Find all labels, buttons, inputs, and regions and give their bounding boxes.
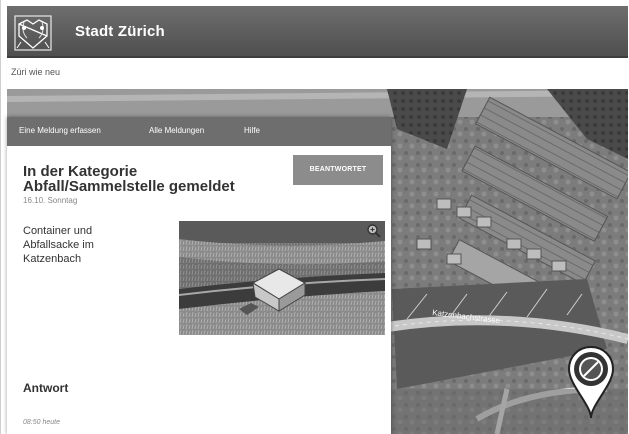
map-pin-icon[interactable]: [567, 345, 615, 420]
description-line: Container und: [23, 225, 93, 237]
report-date: 16.10. Sonntag: [23, 196, 78, 205]
description-line: Katzenbach: [23, 253, 82, 265]
panel-nav: Eine Meldung erfassen Alle Meldungen Hil…: [7, 117, 391, 146]
report-photo[interactable]: [179, 221, 385, 335]
tagline-bar: Züri wie neu: [7, 58, 628, 88]
nav-all-reports[interactable]: Alle Meldungen: [149, 126, 204, 135]
answer-time: 08:50 heute: [23, 419, 60, 426]
nav-create-report[interactable]: Eine Meldung erfassen: [19, 126, 101, 135]
report-heading: In der Kategorie Abfall/Sammelstelle gem…: [23, 164, 283, 194]
site-title[interactable]: Stadt Zürich: [75, 23, 165, 40]
site-header: Stadt Zürich: [7, 6, 628, 58]
photo-image: [179, 221, 385, 335]
site-tagline: Züri wie neu: [11, 67, 61, 77]
zoom-icon[interactable]: [366, 223, 382, 239]
zurich-coat-of-arms-icon[interactable]: [13, 14, 53, 52]
status-badge: BEANTWORTET: [293, 155, 383, 185]
report-heading-line2: Abfall/Sammelstelle gemeldet: [23, 178, 235, 195]
nav-help[interactable]: Hilfe: [244, 126, 260, 135]
report-description: Container und Abfallsacke im Katzenbach: [23, 224, 153, 266]
description-line: Abfallsacke im: [23, 239, 94, 251]
answer-heading: Antwort: [23, 381, 69, 395]
report-panel: Eine Meldung erfassen Alle Meldungen Hil…: [7, 117, 391, 434]
report-heading-line1: In der Kategorie: [23, 163, 138, 180]
browser-frame: Stadt Zürich Züri wie neu Katzenbachstra…: [0, 0, 629, 434]
